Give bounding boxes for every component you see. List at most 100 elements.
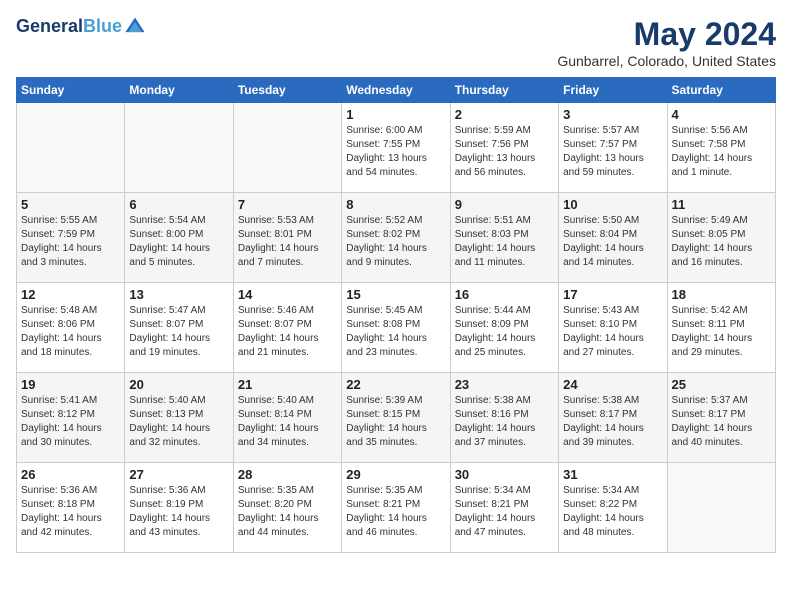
- day-number: 4: [672, 107, 771, 122]
- day-number: 11: [672, 197, 771, 212]
- day-info: Sunrise: 5:47 AMSunset: 8:07 PMDaylight:…: [129, 304, 228, 360]
- title-block: May 2024 Gunbarrel, Colorado, United Sta…: [557, 16, 776, 69]
- calendar-cell: 8 Sunrise: 5:52 AMSunset: 8:02 PMDaylight…: [342, 193, 450, 283]
- day-number: 23: [455, 377, 554, 392]
- header-saturday: Saturday: [667, 78, 775, 103]
- day-info: Sunrise: 5:45 AMSunset: 8:08 PMDaylight:…: [346, 304, 445, 360]
- day-info: Sunrise: 5:42 AMSunset: 8:11 PMDaylight:…: [672, 304, 771, 360]
- header-thursday: Thursday: [450, 78, 558, 103]
- calendar-header-row: SundayMondayTuesdayWednesdayThursdayFrid…: [17, 78, 776, 103]
- day-number: 15: [346, 287, 445, 302]
- day-info: Sunrise: 5:50 AMSunset: 8:04 PMDaylight:…: [563, 214, 662, 270]
- calendar-week-1: 5Sunrise: 5:55 AMSunset: 7:59 PMDaylight…: [17, 193, 776, 283]
- day-number: 26: [21, 467, 120, 482]
- day-info: Sunrise: 5:43 AMSunset: 8:10 PMDaylight:…: [563, 304, 662, 360]
- day-number: 3: [563, 107, 662, 122]
- calendar-cell: 9 Sunrise: 5:51 AMSunset: 8:03 PMDaylight…: [450, 193, 558, 283]
- calendar-cell: 23 Sunrise: 5:38 AMSunset: 8:16 PMDayligh…: [450, 373, 558, 463]
- day-number: 16: [455, 287, 554, 302]
- calendar-cell: [17, 103, 125, 193]
- calendar-cell: [233, 103, 341, 193]
- day-info: Sunrise: 5:52 AMSunset: 8:02 PMDaylight:…: [346, 214, 445, 270]
- day-number: 29: [346, 467, 445, 482]
- day-number: 13: [129, 287, 228, 302]
- day-info: Sunrise: 5:54 AMSunset: 8:00 PMDaylight:…: [129, 214, 228, 270]
- day-number: 10: [563, 197, 662, 212]
- day-info: Sunrise: 5:40 AMSunset: 8:14 PMDaylight:…: [238, 394, 337, 450]
- day-number: 17: [563, 287, 662, 302]
- logo: GeneralBlue: [16, 16, 146, 38]
- day-info: Sunrise: 5:40 AMSunset: 8:13 PMDaylight:…: [129, 394, 228, 450]
- day-info: Sunrise: 5:49 AMSunset: 8:05 PMDaylight:…: [672, 214, 771, 270]
- calendar-cell: 30 Sunrise: 5:34 AMSunset: 8:21 PMDayligh…: [450, 463, 558, 553]
- calendar-cell: 5Sunrise: 5:55 AMSunset: 7:59 PMDaylight…: [17, 193, 125, 283]
- day-info: Sunrise: 5:36 AMSunset: 8:19 PMDaylight:…: [129, 484, 228, 540]
- calendar-cell: 28 Sunrise: 5:35 AMSunset: 8:20 PMDayligh…: [233, 463, 341, 553]
- day-info: Sunrise: 5:35 AMSunset: 8:21 PMDaylight:…: [346, 484, 445, 540]
- calendar-cell: 14 Sunrise: 5:46 AMSunset: 8:07 PMDayligh…: [233, 283, 341, 373]
- calendar-cell: 6 Sunrise: 5:54 AMSunset: 8:00 PMDaylight…: [125, 193, 233, 283]
- header-monday: Monday: [125, 78, 233, 103]
- calendar-cell: 16Sunrise: 5:44 AMSunset: 8:09 PMDayligh…: [450, 283, 558, 373]
- day-number: 18: [672, 287, 771, 302]
- calendar-cell: 7 Sunrise: 5:53 AMSunset: 8:01 PMDaylight…: [233, 193, 341, 283]
- day-number: 12: [21, 287, 120, 302]
- logo-icon: [124, 16, 146, 38]
- calendar-cell: 18 Sunrise: 5:42 AMSunset: 8:11 PMDayligh…: [667, 283, 775, 373]
- day-number: 6: [129, 197, 228, 212]
- day-number: 8: [346, 197, 445, 212]
- day-number: 24: [563, 377, 662, 392]
- calendar-cell: 10 Sunrise: 5:50 AMSunset: 8:04 PMDayligh…: [559, 193, 667, 283]
- header-friday: Friday: [559, 78, 667, 103]
- day-info: Sunrise: 5:51 AMSunset: 8:03 PMDaylight:…: [455, 214, 554, 270]
- day-number: 28: [238, 467, 337, 482]
- day-info: Sunrise: 5:57 AMSunset: 7:57 PMDaylight:…: [563, 124, 662, 180]
- day-info: Sunrise: 5:38 AMSunset: 8:17 PMDaylight:…: [563, 394, 662, 450]
- calendar-cell: 24 Sunrise: 5:38 AMSunset: 8:17 PMDayligh…: [559, 373, 667, 463]
- day-number: 30: [455, 467, 554, 482]
- calendar-cell: 27Sunrise: 5:36 AMSunset: 8:19 PMDayligh…: [125, 463, 233, 553]
- calendar-cell: 12 Sunrise: 5:48 AMSunset: 8:06 PMDayligh…: [17, 283, 125, 373]
- calendar-table: SundayMondayTuesdayWednesdayThursdayFrid…: [16, 77, 776, 553]
- day-number: 19: [21, 377, 120, 392]
- calendar-cell: [125, 103, 233, 193]
- calendar-cell: 4 Sunrise: 5:56 AMSunset: 7:58 PMDaylight…: [667, 103, 775, 193]
- calendar-week-0: 1Sunrise: 6:00 AMSunset: 7:55 PMDaylight…: [17, 103, 776, 193]
- day-info: Sunrise: 5:36 AMSunset: 8:18 PMDaylight:…: [21, 484, 120, 540]
- month-title: May 2024: [557, 16, 776, 53]
- day-number: 2: [455, 107, 554, 122]
- logo-text: GeneralBlue: [16, 17, 122, 37]
- day-info: Sunrise: 5:48 AMSunset: 8:06 PMDaylight:…: [21, 304, 120, 360]
- calendar-cell: 20Sunrise: 5:40 AMSunset: 8:13 PMDayligh…: [125, 373, 233, 463]
- calendar-week-3: 19 Sunrise: 5:41 AMSunset: 8:12 PMDayligh…: [17, 373, 776, 463]
- header-wednesday: Wednesday: [342, 78, 450, 103]
- header-tuesday: Tuesday: [233, 78, 341, 103]
- calendar-cell: [667, 463, 775, 553]
- location: Gunbarrel, Colorado, United States: [557, 53, 776, 69]
- calendar-cell: 26 Sunrise: 5:36 AMSunset: 8:18 PMDayligh…: [17, 463, 125, 553]
- day-info: Sunrise: 6:00 AMSunset: 7:55 PMDaylight:…: [346, 124, 445, 180]
- day-number: 9: [455, 197, 554, 212]
- day-info: Sunrise: 5:35 AMSunset: 8:20 PMDaylight:…: [238, 484, 337, 540]
- day-info: Sunrise: 5:34 AMSunset: 8:21 PMDaylight:…: [455, 484, 554, 540]
- day-info: Sunrise: 5:39 AMSunset: 8:15 PMDaylight:…: [346, 394, 445, 450]
- day-info: Sunrise: 5:37 AMSunset: 8:17 PMDaylight:…: [672, 394, 771, 450]
- calendar-cell: 21 Sunrise: 5:40 AMSunset: 8:14 PMDayligh…: [233, 373, 341, 463]
- day-number: 7: [238, 197, 337, 212]
- day-info: Sunrise: 5:53 AMSunset: 8:01 PMDaylight:…: [238, 214, 337, 270]
- calendar-cell: 3 Sunrise: 5:57 AMSunset: 7:57 PMDaylight…: [559, 103, 667, 193]
- header-sunday: Sunday: [17, 78, 125, 103]
- day-number: 14: [238, 287, 337, 302]
- day-info: Sunrise: 5:38 AMSunset: 8:16 PMDaylight:…: [455, 394, 554, 450]
- calendar-cell: 22 Sunrise: 5:39 AMSunset: 8:15 PMDayligh…: [342, 373, 450, 463]
- day-number: 25: [672, 377, 771, 392]
- calendar-cell: 1Sunrise: 6:00 AMSunset: 7:55 PMDaylight…: [342, 103, 450, 193]
- day-info: Sunrise: 5:34 AMSunset: 8:22 PMDaylight:…: [563, 484, 662, 540]
- calendar-cell: 17 Sunrise: 5:43 AMSunset: 8:10 PMDayligh…: [559, 283, 667, 373]
- day-info: Sunrise: 5:56 AMSunset: 7:58 PMDaylight:…: [672, 124, 771, 180]
- day-number: 22: [346, 377, 445, 392]
- calendar-week-4: 26 Sunrise: 5:36 AMSunset: 8:18 PMDayligh…: [17, 463, 776, 553]
- day-info: Sunrise: 5:41 AMSunset: 8:12 PMDaylight:…: [21, 394, 120, 450]
- day-number: 21: [238, 377, 337, 392]
- day-info: Sunrise: 5:46 AMSunset: 8:07 PMDaylight:…: [238, 304, 337, 360]
